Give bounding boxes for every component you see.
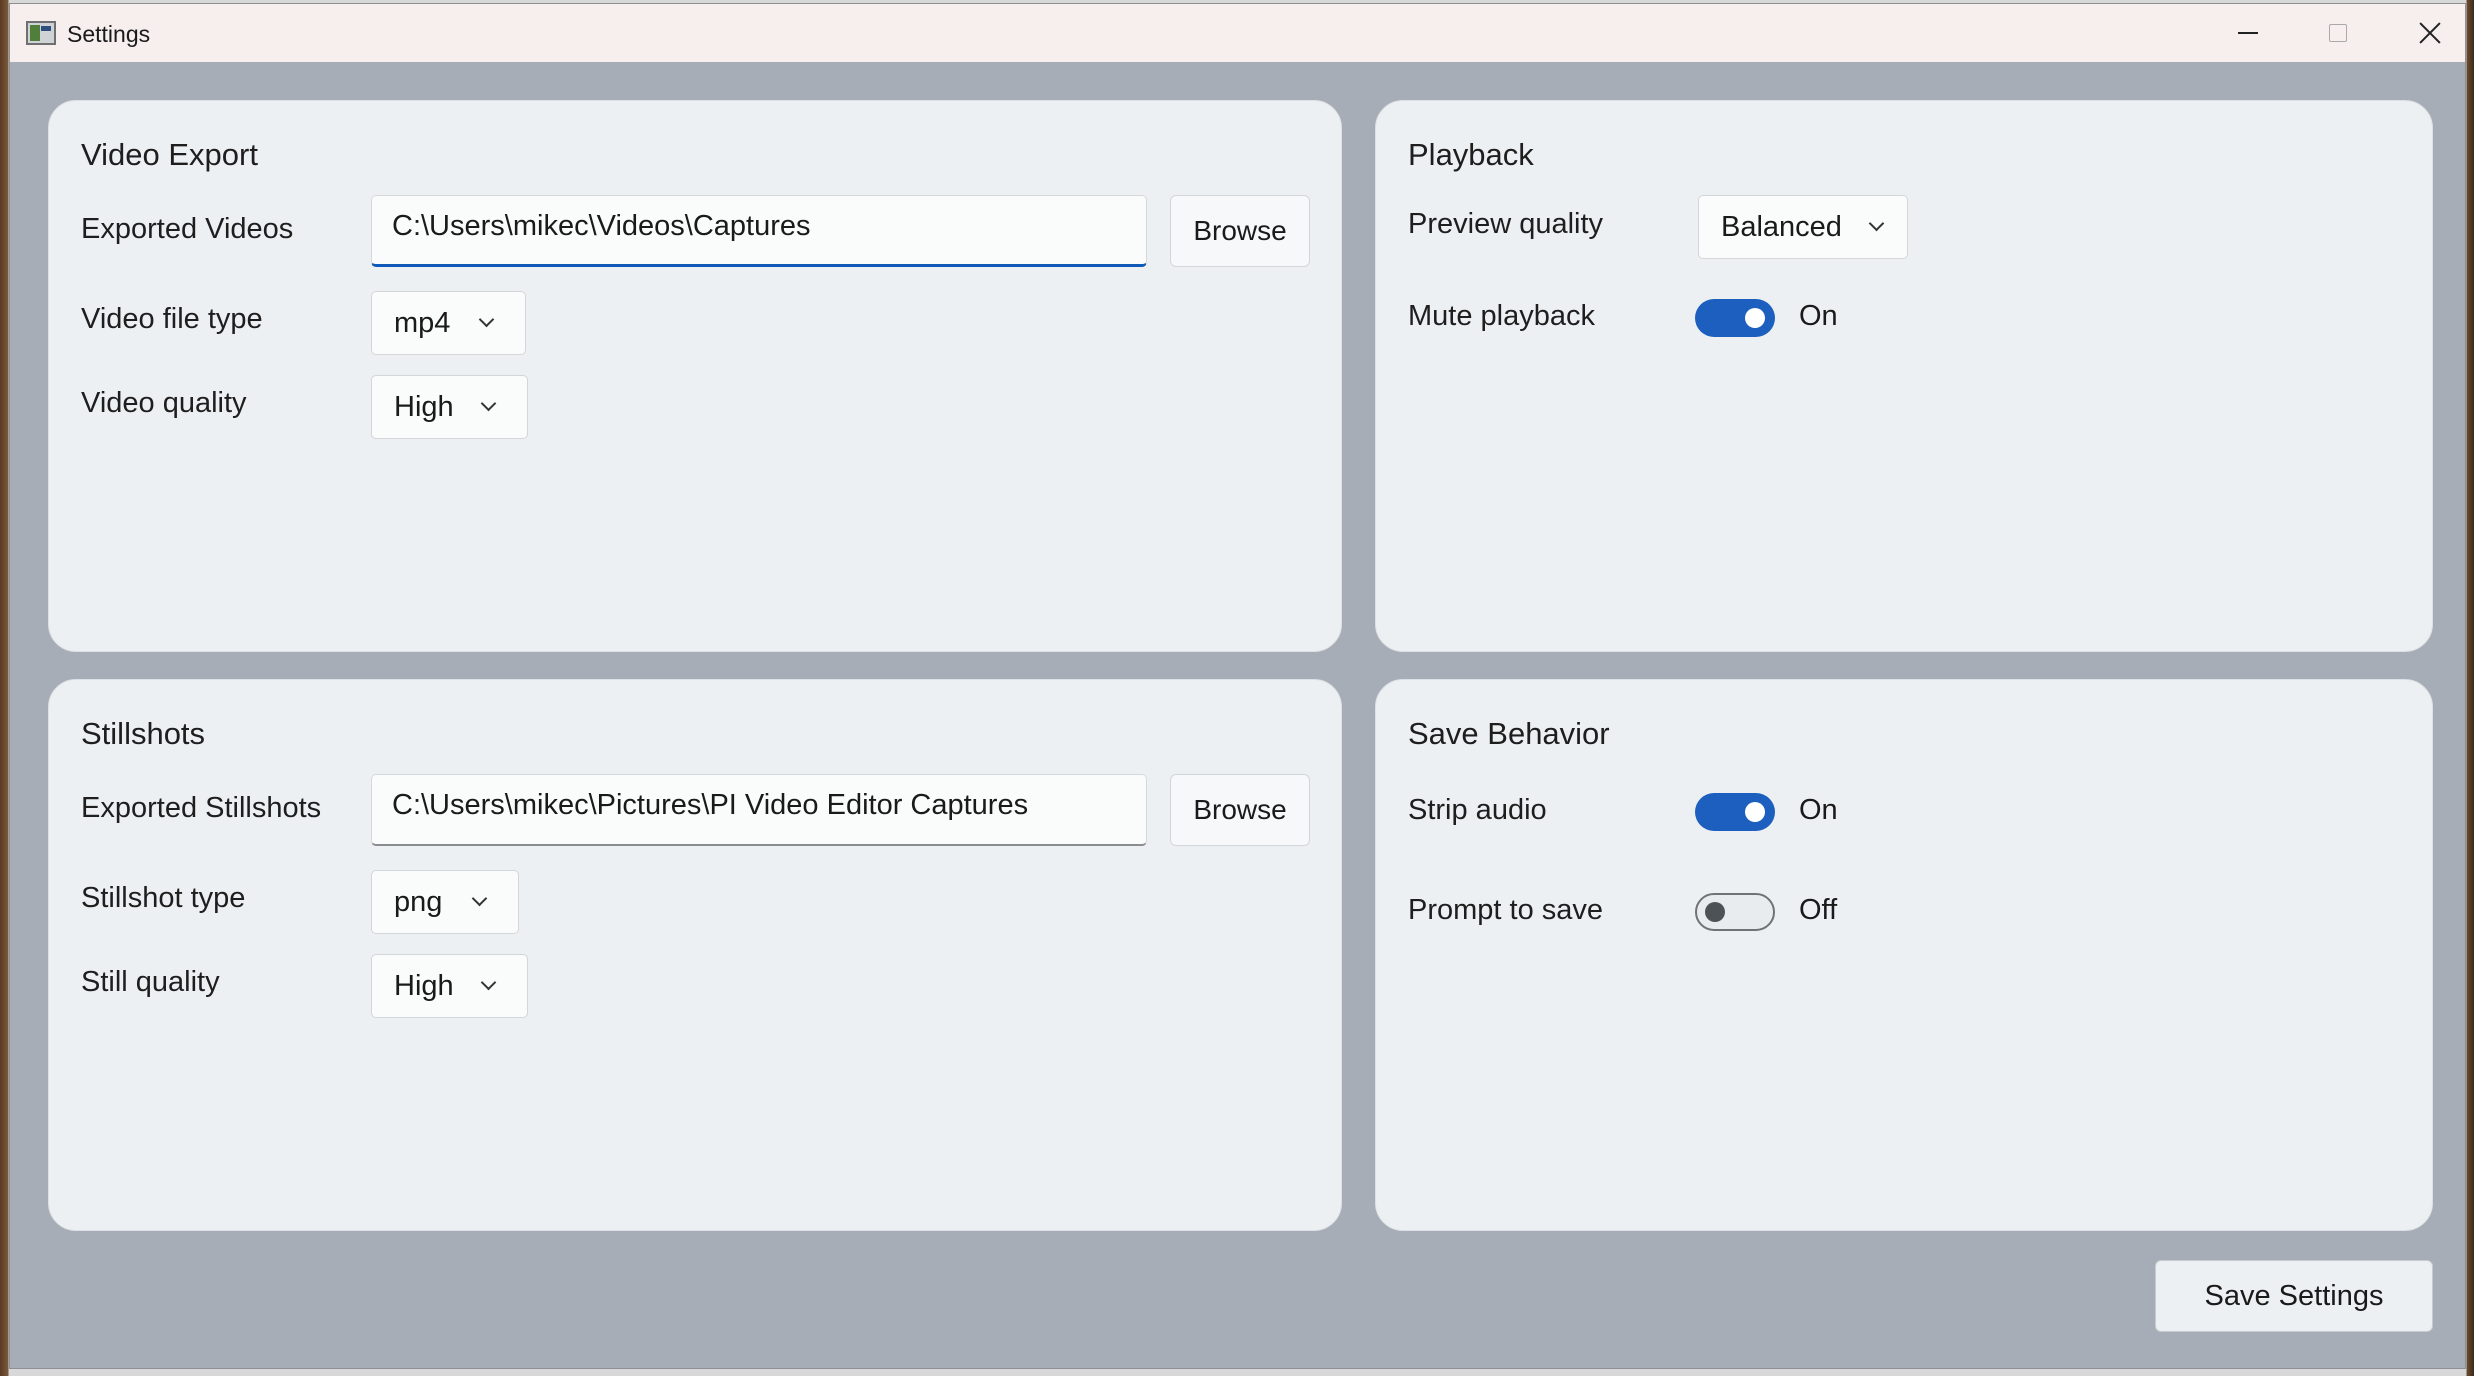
exported-videos-label: Exported Videos <box>81 213 294 245</box>
toggle-knob <box>1745 802 1765 822</box>
app-icon <box>26 21 56 45</box>
mute-playback-state: On <box>1799 300 1838 332</box>
window-title: Settings <box>67 21 151 47</box>
playback-title: Playback <box>1408 137 1534 172</box>
playback-card: Playback Preview quality Balanced Mute p… <box>1375 100 2433 652</box>
save-settings-button[interactable]: Save Settings <box>2155 1260 2433 1332</box>
minimize-icon <box>2238 32 2258 34</box>
preview-quality-label: Preview quality <box>1408 208 1604 240</box>
chevron-down-icon <box>481 400 495 414</box>
stillshots-card: Stillshots Exported Stillshots C:\Users\… <box>48 679 1342 1231</box>
chevron-down-icon <box>481 979 495 993</box>
exported-videos-input[interactable]: C:\Users\mikec\Videos\Captures <box>371 195 1147 267</box>
preview-quality-value: Balanced <box>1721 210 1842 243</box>
stillshots-title: Stillshots <box>81 716 206 751</box>
exported-stillshots-input[interactable]: C:\Users\mikec\Pictures\PI Video Editor … <box>371 774 1147 846</box>
mute-playback-toggle[interactable] <box>1695 299 1775 337</box>
preview-quality-select[interactable]: Balanced <box>1698 195 1908 259</box>
video-quality-value: High <box>394 390 454 423</box>
strip-audio-label: Strip audio <box>1408 794 1547 826</box>
prompt-to-save-state: Off <box>1799 894 1838 926</box>
still-quality-select[interactable]: High <box>371 954 528 1018</box>
still-quality-label: Still quality <box>81 966 220 998</box>
title-bar[interactable]: Settings <box>10 4 2465 62</box>
chevron-down-icon <box>1869 220 1883 234</box>
save-behavior-title: Save Behavior <box>1408 716 1610 751</box>
strip-audio-toggle[interactable] <box>1695 793 1775 831</box>
prompt-to-save-label: Prompt to save <box>1408 894 1604 926</box>
browse-stillshots-button[interactable]: Browse <box>1170 774 1310 846</box>
video-file-type-select[interactable]: mp4 <box>371 291 526 355</box>
stillshot-type-select[interactable]: png <box>371 870 519 934</box>
toggle-knob <box>1745 308 1765 328</box>
video-export-card: Video Export Exported Videos C:\Users\mi… <box>48 100 1342 652</box>
toggle-knob <box>1705 902 1725 922</box>
stillshot-type-value: png <box>394 885 443 918</box>
close-icon <box>2419 22 2441 44</box>
browse-videos-button[interactable]: Browse <box>1170 195 1310 267</box>
strip-audio-state: On <box>1799 794 1838 826</box>
mute-playback-label: Mute playback <box>1408 300 1595 332</box>
save-behavior-card: Save Behavior Strip audio On Prompt to s… <box>1375 679 2433 1231</box>
settings-window: Settings Video Export Exported Videos C:… <box>9 3 2466 1369</box>
video-quality-select[interactable]: High <box>371 375 528 439</box>
video-file-type-label: Video file type <box>81 303 263 335</box>
prompt-to-save-toggle[interactable] <box>1695 893 1775 931</box>
stillshot-type-label: Stillshot type <box>81 882 246 914</box>
close-button[interactable] <box>2384 4 2465 62</box>
maximize-button[interactable] <box>2292 4 2384 62</box>
video-quality-label: Video quality <box>81 387 247 419</box>
video-file-type-value: mp4 <box>394 306 451 339</box>
video-export-title: Video Export <box>81 137 258 172</box>
still-quality-value: High <box>394 969 454 1002</box>
minimize-button[interactable] <box>2202 4 2294 62</box>
chevron-down-icon <box>472 895 486 909</box>
maximize-icon <box>2329 24 2347 42</box>
chevron-down-icon <box>479 316 493 330</box>
exported-stillshots-label: Exported Stillshots <box>81 792 322 824</box>
